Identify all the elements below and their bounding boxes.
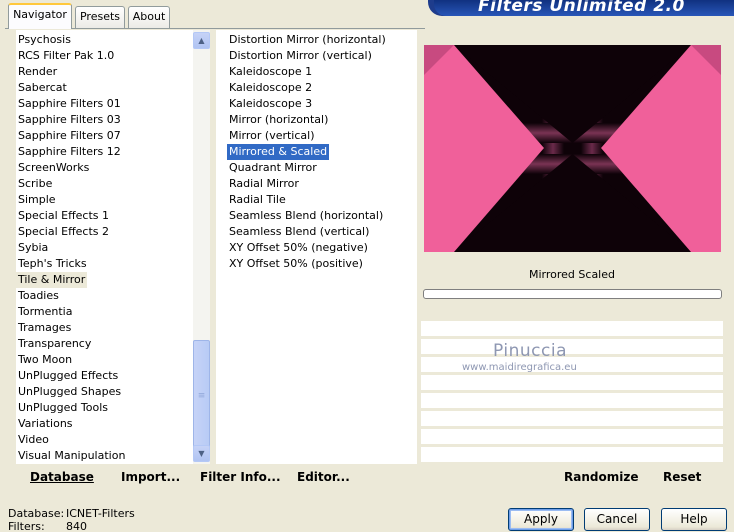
filter-item[interactable]: Mirror (horizontal) [227,112,330,128]
apply-button[interactable]: Apply [508,508,574,531]
cancel-button[interactable]: Cancel [584,508,650,531]
category-item[interactable]: Sapphire Filters 03 [16,112,123,128]
category-item[interactable]: UnPlugged Effects [16,368,120,384]
category-item[interactable]: Teph's Tricks [16,256,89,272]
scroll-down-button[interactable]: ▼ [193,445,210,462]
filter-item[interactable]: Kaleidoscope 1 [227,64,314,80]
category-item[interactable]: UnPlugged Shapes [16,384,123,400]
title-banner-text: Filters Unlimited 2.0 [478,0,685,16]
filter-item[interactable]: Seamless Blend (horizontal) [227,208,385,224]
category-item[interactable]: Sabercat [16,80,69,96]
category-item[interactable]: Simple [16,192,58,208]
tab-navigator[interactable]: Navigator [8,3,72,29]
filter-item[interactable]: Mirrored & Scaled [227,144,330,160]
category-item[interactable]: Sapphire Filters 07 [16,128,123,144]
category-item[interactable]: Special Effects 2 [16,224,111,240]
import-button[interactable]: Import... [121,470,180,484]
scroll-thumb[interactable]: ≡ [193,340,210,452]
category-item[interactable]: Sapphire Filters 01 [16,96,123,112]
category-item[interactable]: Special Effects 1 [16,208,111,224]
tab-about[interactable]: About [128,6,170,28]
grip-icon: ≡ [197,391,206,401]
category-item[interactable]: ScreenWorks [16,160,91,176]
title-banner: Filters Unlimited 2.0 [428,0,734,16]
category-item[interactable]: UnPlugged Tools [16,400,110,416]
category-item[interactable]: RCS Filter Pak 1.0 [16,48,116,64]
category-item[interactable]: Scribe [16,176,54,192]
randomize-button[interactable]: Randomize [564,470,638,484]
status-database-label: Database: [8,507,65,520]
tab-presets[interactable]: Presets [75,6,125,28]
watermark-url: www.maidiregrafica.eu [462,362,577,373]
status-filters-value: 840 [66,520,87,532]
filter-item[interactable]: XY Offset 50% (negative) [227,240,370,256]
parameter-row-7 [421,428,723,444]
category-item[interactable]: Tramages [16,320,73,336]
reset-button[interactable]: Reset [663,470,701,484]
category-item[interactable]: Sapphire Filters 12 [16,144,123,160]
category-item[interactable]: Two Moon [16,352,74,368]
category-item[interactable]: Variations [16,416,75,432]
parameter-row-5 [421,392,723,408]
category-item[interactable]: Video [16,432,51,448]
category-item[interactable]: Render [16,64,59,80]
filter-item[interactable]: Radial Mirror [227,176,301,192]
status-filters-label: Filters: [8,520,45,532]
category-item[interactable]: Sybia [16,240,50,256]
filter-item[interactable]: XY Offset 50% (positive) [227,256,365,272]
scroll-up-button[interactable]: ▲ [193,32,210,49]
category-item[interactable]: Psychosis [16,32,73,48]
category-item[interactable]: Visual Manipulation [16,448,127,464]
chevron-down-icon: ▼ [198,449,205,458]
watermark-name: Pinuccia [493,341,567,361]
chevron-up-icon: ▲ [198,36,205,45]
parameter-row-4 [421,374,723,390]
parameter-row-1 [421,320,723,336]
preview-filter-name: Mirrored Scaled [529,268,615,281]
database-button[interactable]: Database [30,470,94,484]
filter-item[interactable]: Kaleidoscope 2 [227,80,314,96]
category-item[interactable]: Transparency [16,336,93,352]
filter-item[interactable]: Distortion Mirror (vertical) [227,48,374,64]
editor-button[interactable]: Editor... [297,470,350,484]
panel-divider [421,461,723,462]
filter-item[interactable]: Distortion Mirror (horizontal) [227,32,388,48]
progress-bar [423,289,722,299]
filter-item[interactable]: Mirror (vertical) [227,128,317,144]
filter-item[interactable]: Radial Tile [227,192,288,208]
category-scrollbar[interactable]: ▲ ≡ ▼ [193,30,210,464]
filter-info-button[interactable]: Filter Info... [200,470,281,484]
category-item[interactable]: Tormentia [16,304,74,320]
parameter-row-6 [421,410,723,426]
filter-item[interactable]: Quadrant Mirror [227,160,319,176]
help-button[interactable]: Help [661,508,727,531]
parameter-row-2 [421,338,723,354]
status-database-value: ICNET-Filters [66,507,135,520]
parameter-row-8 [421,446,723,461]
category-item[interactable]: Toadies [16,288,61,304]
filter-item[interactable]: Kaleidoscope 3 [227,96,314,112]
filter-item[interactable]: Seamless Blend (vertical) [227,224,371,240]
category-item[interactable]: Tile & Mirror [16,272,88,288]
preview-image [424,45,721,252]
